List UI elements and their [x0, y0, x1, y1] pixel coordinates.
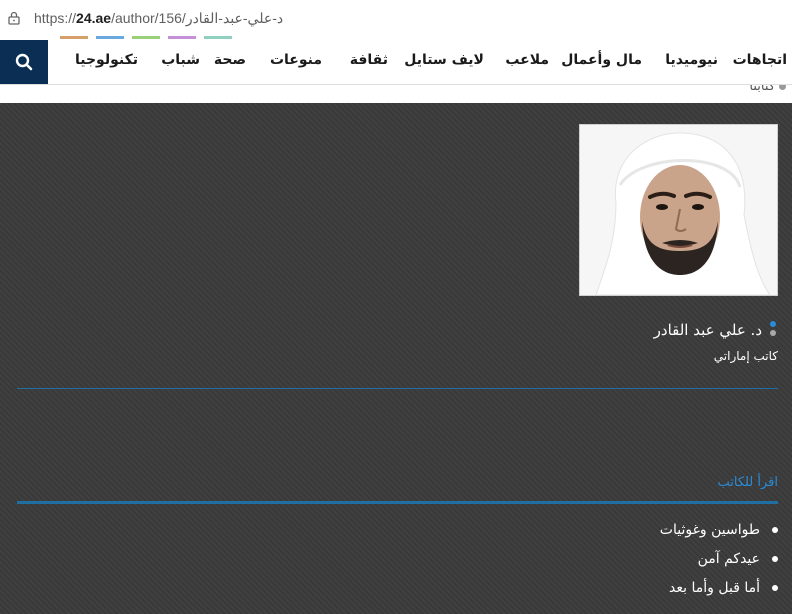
nav-item-technology[interactable]: تكنولوجيا	[75, 52, 138, 68]
nav-item-misc[interactable]: منوعات	[270, 52, 322, 68]
bullet-icon	[779, 85, 786, 90]
nav-item-sports[interactable]: ملاعب	[505, 52, 549, 68]
author-portrait-image	[580, 125, 777, 296]
nav-item-health[interactable]: صحة	[214, 52, 246, 68]
search-button[interactable]	[0, 40, 48, 84]
nav-item-business[interactable]: مال وأعمال	[561, 52, 642, 68]
url-path: /author/156/د-علي-عبد-القادر	[111, 9, 284, 26]
url-domain: 24.ae	[76, 9, 112, 26]
section-divider	[17, 501, 778, 504]
bullet-icon	[772, 556, 778, 562]
author-role: كاتب إماراتي	[713, 349, 778, 363]
article-link[interactable]: أما قبل وأما بعد	[669, 580, 760, 596]
article-link[interactable]: طواسين وغوثيات	[660, 522, 760, 538]
url-prefix: https://	[34, 9, 77, 26]
article-link[interactable]: عيدكم آمن	[698, 551, 760, 567]
article-list: طواسين وغوثيات عيدكم آمن أما قبل وأما بع…	[660, 522, 778, 609]
bullet-icon	[772, 585, 778, 591]
main-nav: اتجاهات نيوميديا مال وأعمال ملاعب لايف س…	[0, 40, 792, 85]
name-marker-icon	[770, 321, 776, 339]
nav-item-youth[interactable]: شباب	[161, 52, 200, 68]
list-item[interactable]: طواسين وغوثيات	[660, 522, 778, 538]
author-photo	[579, 124, 778, 296]
nav-item-newmedia[interactable]: نيوميديا	[665, 52, 718, 68]
address-bar[interactable]: https://24.ae/author/156/د-علي-عبد-القاد…	[0, 0, 792, 37]
nav-item-lifestyle[interactable]: لايف ستايل	[404, 52, 484, 68]
author-main: د. علي عبد القادر كاتب إماراتي اقرأ للكا…	[0, 103, 792, 614]
breadcrumb[interactable]: كتابنا	[749, 85, 786, 94]
list-item[interactable]: عيدكم آمن	[660, 551, 778, 567]
list-item[interactable]: أما قبل وأما بعد	[660, 580, 778, 596]
nav-item-trends[interactable]: اتجاهات	[733, 52, 787, 68]
bullet-icon	[772, 527, 778, 533]
read-section-title: اقرأ للكاتب	[717, 475, 778, 490]
nav-item-culture[interactable]: ثقافة	[350, 52, 388, 68]
breadcrumb-label: كتابنا	[749, 85, 775, 94]
author-name: د. علي عبد القادر	[653, 321, 762, 339]
breadcrumb-bar: كتابنا	[0, 85, 792, 103]
lock-icon[interactable]	[8, 11, 20, 25]
url-text[interactable]: https://24.ae/author/156/د-علي-عبد-القاد…	[34, 10, 283, 27]
search-icon	[15, 53, 33, 71]
divider	[17, 388, 778, 389]
